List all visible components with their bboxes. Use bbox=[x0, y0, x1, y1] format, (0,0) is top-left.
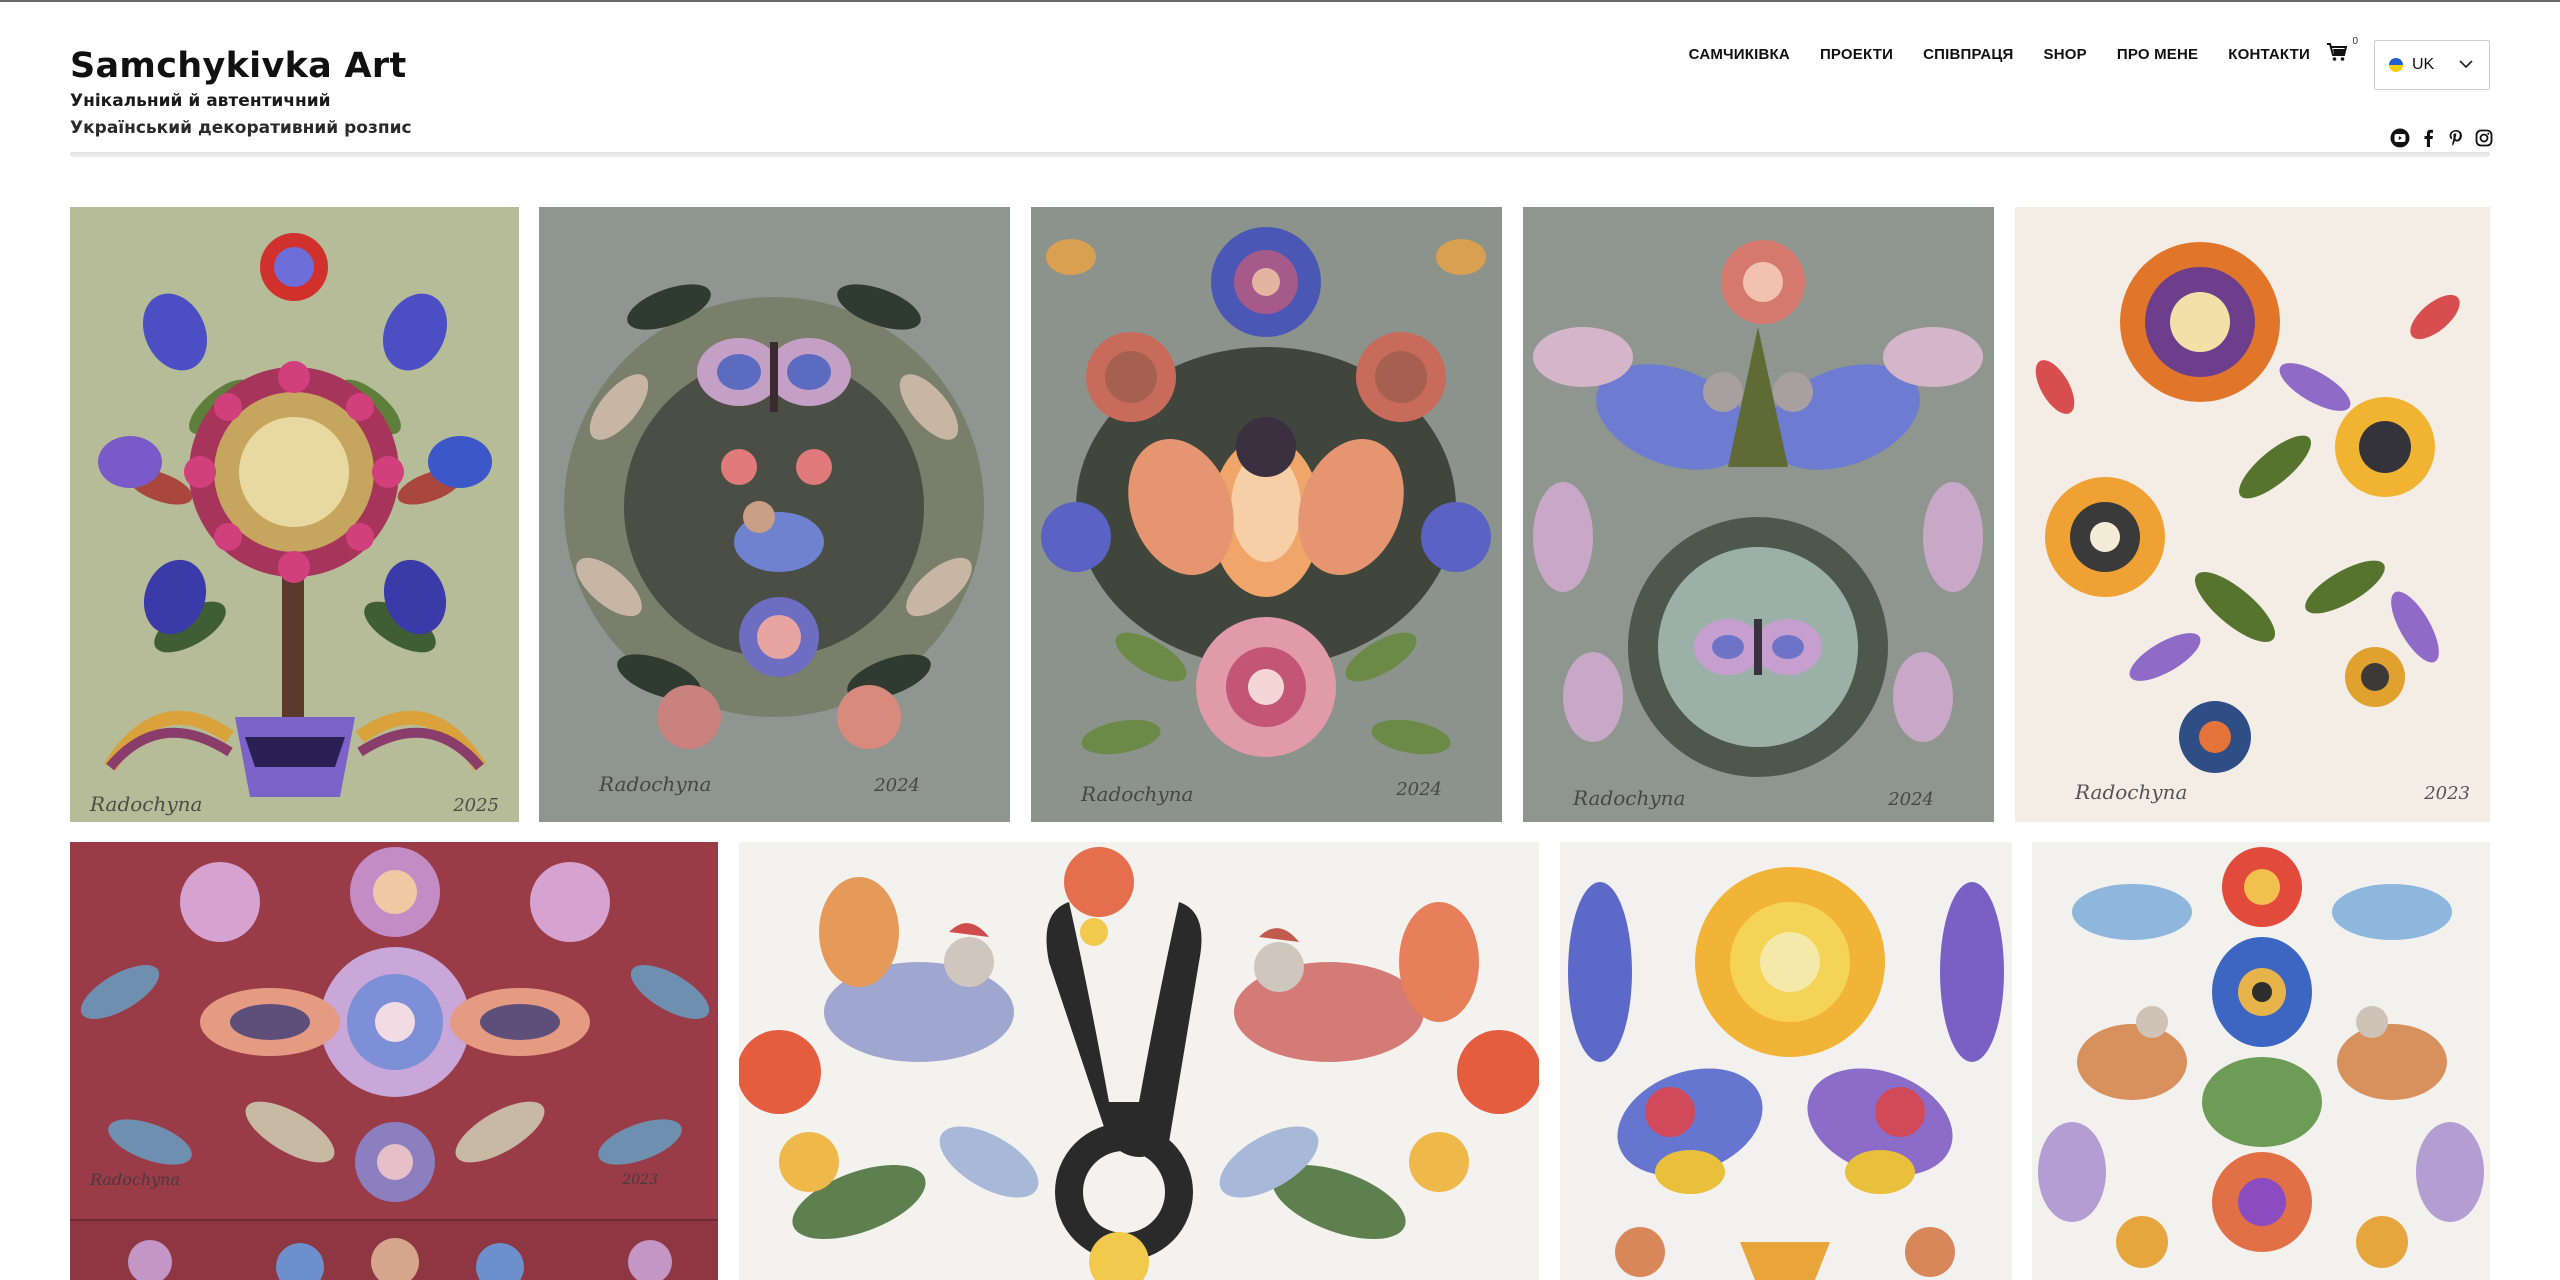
artwork-image bbox=[539, 207, 1010, 822]
nav-item-cooperation[interactable]: СПІВПРАЦЯ bbox=[1923, 46, 2013, 63]
nav-item-projects[interactable]: ПРОЕКТИ bbox=[1820, 46, 1893, 63]
artwork-signature: Radochyna bbox=[90, 792, 203, 816]
cart-button[interactable]: 0 bbox=[2326, 36, 2358, 64]
instagram-icon[interactable] bbox=[2474, 128, 2494, 148]
artwork-signature: Radochyna bbox=[2075, 780, 2188, 804]
pinterest-icon[interactable] bbox=[2446, 128, 2466, 148]
top-border bbox=[0, 0, 2560, 2]
nav-item-samchykivka[interactable]: САМЧИКІВКА bbox=[1689, 46, 1790, 63]
gallery-artwork-7[interactable] bbox=[739, 842, 1539, 1280]
cart-count: 0 bbox=[2352, 36, 2358, 47]
artwork-year: 2025 bbox=[453, 795, 499, 816]
artwork-year: 2024 bbox=[1396, 779, 1442, 800]
gallery-artwork-1[interactable]: Radochyna 2025 bbox=[70, 207, 519, 822]
site-title[interactable]: Samchykivka Art bbox=[70, 44, 412, 88]
artwork-signature: Radochyna bbox=[599, 772, 712, 796]
gallery-artwork-3[interactable]: Radochyna 2024 bbox=[1031, 207, 1502, 822]
artwork-year: 2023 bbox=[622, 1172, 658, 1188]
artwork-image bbox=[1560, 842, 2012, 1280]
artwork-image bbox=[2015, 207, 2490, 822]
cart-icon bbox=[2327, 43, 2348, 61]
artwork-year: 2024 bbox=[1888, 789, 1934, 810]
language-label: UK bbox=[2412, 56, 2435, 73]
facebook-icon[interactable] bbox=[2418, 128, 2438, 148]
artwork-image bbox=[1031, 207, 1502, 822]
language-selector[interactable]: UK bbox=[2374, 40, 2490, 90]
social-links bbox=[2390, 128, 2494, 148]
gallery-artwork-9[interactable] bbox=[2032, 842, 2490, 1280]
artwork-image bbox=[2032, 842, 2490, 1280]
main-nav: САМЧИКІВКА ПРОЕКТИ СПІВПРАЦЯ SHOP ПРО МЕ… bbox=[1659, 46, 2310, 63]
youtube-icon[interactable] bbox=[2390, 128, 2410, 148]
gallery-artwork-8[interactable] bbox=[1560, 842, 2012, 1280]
artwork-image bbox=[1523, 207, 1994, 822]
brand[interactable]: Samchykivka Art Унікальний й автентичний… bbox=[70, 44, 412, 142]
nav-item-contacts[interactable]: КОНТАКТИ bbox=[2228, 46, 2310, 63]
gallery-artwork-6[interactable]: Radochyna 2023 bbox=[70, 842, 718, 1280]
nav-item-shop[interactable]: SHOP bbox=[2044, 46, 2087, 63]
artwork-image bbox=[70, 842, 718, 1280]
site-tagline-line2: Український декоративний розпис bbox=[70, 118, 412, 138]
nav-item-about[interactable]: ПРО МЕНЕ bbox=[2117, 46, 2198, 63]
site-tagline-line1: Унікальний й автентичний bbox=[70, 91, 331, 111]
artwork-signature: Radochyna bbox=[1573, 786, 1686, 810]
gallery-artwork-5[interactable]: Radochyna 2023 bbox=[2015, 207, 2490, 822]
artwork-image bbox=[70, 207, 519, 822]
gallery-artwork-2[interactable]: Radochyna 2024 bbox=[539, 207, 1010, 822]
artwork-year: 2023 bbox=[2424, 783, 2470, 804]
artwork-image bbox=[739, 842, 1539, 1280]
artwork-signature: Radochyna bbox=[90, 1170, 180, 1189]
chevron-down-icon bbox=[2459, 60, 2473, 69]
artwork-signature: Radochyna bbox=[1081, 782, 1194, 806]
gallery-artwork-4[interactable]: Radochyna 2024 bbox=[1523, 207, 1994, 822]
ukraine-flag-icon bbox=[2389, 58, 2403, 72]
artwork-year: 2024 bbox=[874, 775, 920, 796]
header-divider bbox=[70, 152, 2490, 157]
